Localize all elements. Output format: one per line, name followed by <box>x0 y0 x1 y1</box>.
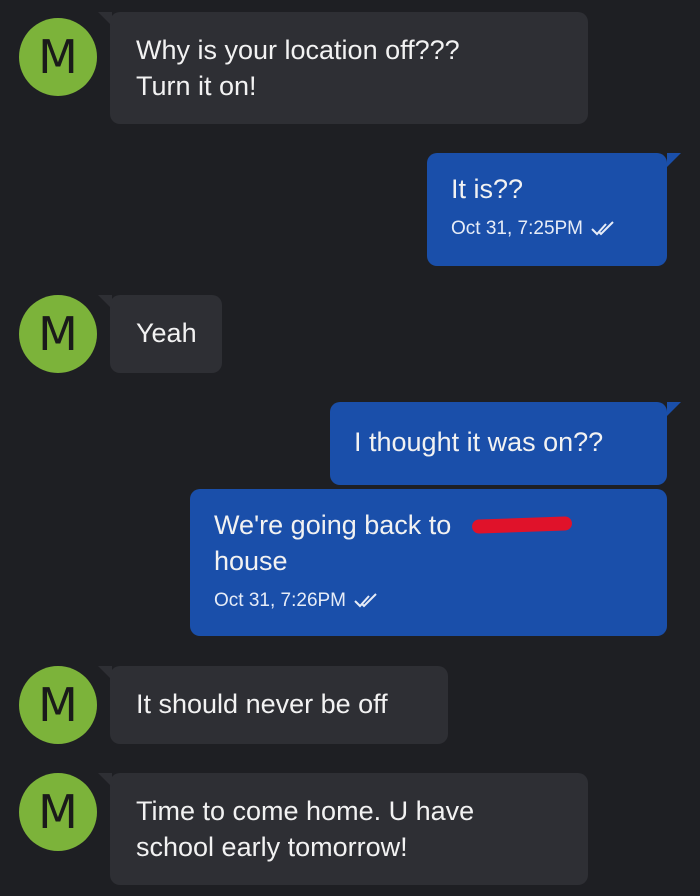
message-text: house <box>214 546 288 576</box>
message-text: I thought it was on?? <box>354 427 604 457</box>
message-bubble-outgoing[interactable]: We're going back to house Oct 31, 7:26PM <box>190 489 667 636</box>
contact-avatar[interactable]: M <box>19 666 97 744</box>
message-bubble-incoming[interactable]: Why is your location off??? Turn it on! <box>98 12 588 124</box>
message-bubble-incoming[interactable]: It should never be off <box>98 666 448 744</box>
message-timestamp: Oct 31, 7:26PM <box>214 590 347 611</box>
message-text: It is?? <box>451 174 524 204</box>
message-timestamp: Oct 31, 7:25PM <box>451 218 584 239</box>
message-text: We're going back to <box>214 510 452 540</box>
message-text: Why is your location off??? <box>136 35 460 65</box>
double-check-icon <box>591 221 614 236</box>
double-check-icon <box>354 593 377 608</box>
message-bubble-outgoing[interactable]: It is?? Oct 31, 7:25PM <box>427 153 681 266</box>
message-bubble-incoming[interactable]: Time to come home. U have school early t… <box>98 773 588 885</box>
message-bubble-incoming[interactable]: Yeah <box>98 295 222 373</box>
message-text: Yeah <box>136 318 197 348</box>
message-text: Turn it on! <box>136 71 257 101</box>
message-text: It should never be off <box>136 689 388 719</box>
redaction-mark <box>471 516 573 534</box>
message-meta: Oct 31, 7:25PM <box>451 217 643 241</box>
contact-avatar[interactable]: M <box>19 773 97 851</box>
contact-avatar[interactable]: M <box>19 295 97 373</box>
message-bubble-outgoing[interactable]: I thought it was on?? <box>330 402 681 485</box>
message-text: Time to come home. U have <box>136 796 475 826</box>
contact-avatar[interactable]: M <box>19 18 97 96</box>
message-text: school early tomorrow! <box>136 832 408 862</box>
message-meta: Oct 31, 7:26PM <box>214 589 643 613</box>
